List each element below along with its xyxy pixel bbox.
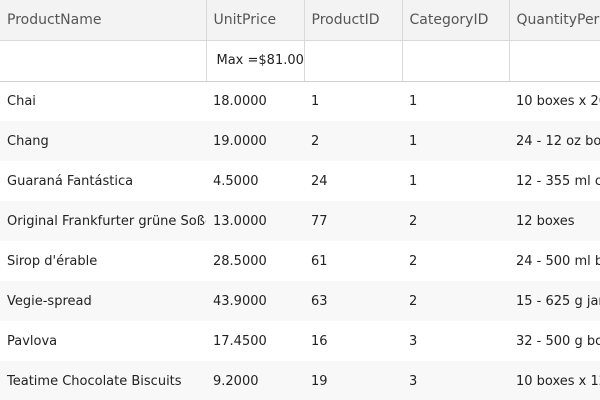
cell-category-id[interactable]: 2 [402, 281, 509, 321]
column-header-quantity-per-unit[interactable]: QuantityPerU [509, 0, 600, 41]
cell-product-id[interactable]: 19 [304, 361, 402, 400]
cell-product-id[interactable]: 2 [304, 121, 402, 161]
column-header-category-id[interactable]: CategoryID [402, 0, 510, 41]
cell-quantity-per-unit[interactable]: 10 boxes x 12 [509, 361, 600, 400]
header-row: ProductName UnitPrice ProductID Category… [0, 0, 600, 41]
cell-product-name[interactable]: Original Frankfurter grüne Soße [0, 201, 206, 241]
table-row[interactable]: Chang 19.0000 2 1 24 - 12 oz bo [0, 121, 600, 161]
cell-quantity-per-unit[interactable]: 24 - 12 oz bo [509, 121, 600, 161]
column-header-product-name[interactable]: ProductName [0, 0, 207, 41]
cell-unit-price[interactable]: 4.5000 [206, 161, 304, 201]
cell-category-id[interactable]: 1 [402, 161, 509, 201]
cell-unit-price[interactable]: 28.5000 [206, 241, 304, 281]
cell-product-id[interactable]: 16 [304, 321, 402, 361]
cell-quantity-per-unit[interactable]: 15 - 625 g jar [509, 281, 600, 321]
cell-unit-price[interactable]: 9.2000 [206, 361, 304, 400]
table-row[interactable]: Vegie-spread 43.9000 63 2 15 - 625 g jar [0, 281, 600, 321]
summary-cell-quantity-per-unit [509, 40, 600, 82]
cell-product-name[interactable]: Guaraná Fantástica [0, 161, 206, 201]
cell-category-id[interactable]: 1 [402, 81, 509, 121]
grid-table: ProductName UnitPrice ProductID Category… [0, 0, 600, 400]
cell-category-id[interactable]: 3 [402, 361, 509, 400]
data-grid: ProductName UnitPrice ProductID Category… [0, 0, 600, 400]
table-row[interactable]: Chai 18.0000 1 1 10 boxes x 20 [0, 81, 600, 121]
table-row[interactable]: Sirop d'érable 28.5000 61 2 24 - 500 ml b [0, 241, 600, 281]
cell-product-name[interactable]: Chai [0, 81, 206, 121]
cell-unit-price[interactable]: 18.0000 [206, 81, 304, 121]
cell-product-name[interactable]: Teatime Chocolate Biscuits [0, 361, 206, 400]
cell-unit-price[interactable]: 19.0000 [206, 121, 304, 161]
column-header-product-id[interactable]: ProductID [304, 0, 403, 41]
cell-quantity-per-unit[interactable]: 24 - 500 ml b [509, 241, 600, 281]
cell-product-id[interactable]: 24 [304, 161, 402, 201]
grid-body: Chai 18.0000 1 1 10 boxes x 20 Chang 19.0000 2 1… [0, 81, 600, 400]
cell-product-id[interactable]: 1 [304, 81, 402, 121]
summary-cell-product-name [0, 40, 207, 82]
cell-category-id[interactable]: 3 [402, 321, 509, 361]
cell-product-id[interactable]: 61 [304, 241, 402, 281]
table-row[interactable]: Original Frankfurter grüne Soße 13.0000 77… [0, 201, 600, 241]
table-row[interactable]: Teatime Chocolate Biscuits 9.2000 19 3 10 bo… [0, 361, 600, 400]
cell-quantity-per-unit[interactable]: 32 - 500 g bo [509, 321, 600, 361]
cell-product-name[interactable]: Chang [0, 121, 206, 161]
cell-unit-price[interactable]: 43.9000 [206, 281, 304, 321]
summary-cell-product-id [304, 40, 403, 82]
cell-quantity-per-unit[interactable]: 10 boxes x 20 [509, 81, 600, 121]
summary-cell-unit-price: Max =$81.00 [206, 40, 305, 82]
cell-product-id[interactable]: 77 [304, 201, 402, 241]
summary-cell-category-id [402, 40, 510, 82]
cell-unit-price[interactable]: 13.0000 [206, 201, 304, 241]
cell-product-name[interactable]: Pavlova [0, 321, 206, 361]
cell-product-name[interactable]: Vegie-spread [0, 281, 206, 321]
column-header-unit-price[interactable]: UnitPrice [206, 0, 305, 41]
cell-category-id[interactable]: 2 [402, 241, 509, 281]
cell-category-id[interactable]: 1 [402, 121, 509, 161]
table-row[interactable]: Pavlova 17.4500 16 3 32 - 500 g bo [0, 321, 600, 361]
cell-category-id[interactable]: 2 [402, 201, 509, 241]
cell-unit-price[interactable]: 17.4500 [206, 321, 304, 361]
cell-product-id[interactable]: 63 [304, 281, 402, 321]
cell-quantity-per-unit[interactable]: 12 - 355 ml ca [509, 161, 600, 201]
summary-row: Max =$81.00 [0, 40, 600, 82]
cell-quantity-per-unit[interactable]: 12 boxes [509, 201, 600, 241]
cell-product-name[interactable]: Sirop d'érable [0, 241, 206, 281]
table-row[interactable]: Guaraná Fantástica 4.5000 24 1 12 - 355 ml c… [0, 161, 600, 201]
